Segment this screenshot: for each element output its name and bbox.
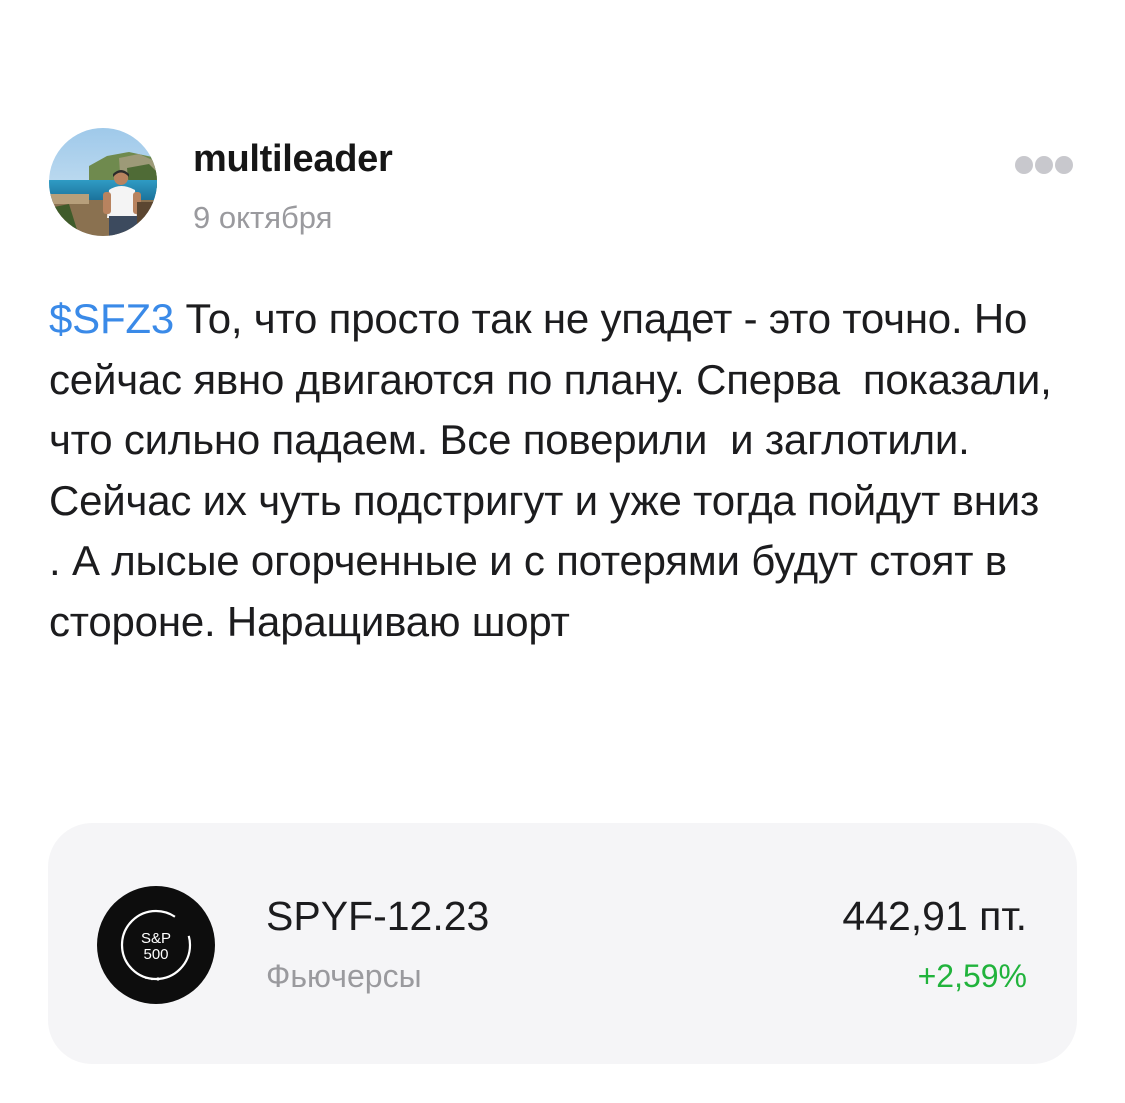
instrument-card[interactable]: S&P 500 SPYF-12.23 Фьючерсы 442,91 пт. +… — [48, 823, 1077, 1064]
sp500-logo-icon: S&P 500 — [97, 886, 215, 1004]
post-text: $SFZ3 То, что просто так не упадет - это… — [49, 289, 1059, 652]
instrument-type: Фьючерсы — [266, 958, 422, 994]
post-date: 9 октября — [193, 200, 333, 235]
more-options-button[interactable] — [1007, 150, 1079, 178]
ticker-tag-link[interactable]: $SFZ3 — [49, 295, 174, 342]
sp500-logo-line2: 500 — [143, 946, 168, 963]
instrument-price: 442,91 пт. — [842, 893, 1027, 939]
user-avatar-photo-icon — [49, 128, 157, 236]
post-text-content: То, что просто так не упадет - это точно… — [49, 295, 1064, 645]
instrument-ticker: SPYF-12.23 — [266, 893, 490, 939]
instrument-change: +2,59% — [917, 958, 1027, 994]
sp500-logo-line1: S&P — [141, 930, 171, 947]
author-avatar[interactable] — [49, 128, 157, 236]
post-header: multileader 9 октября — [49, 128, 1079, 240]
author-name[interactable]: multileader — [193, 138, 393, 181]
